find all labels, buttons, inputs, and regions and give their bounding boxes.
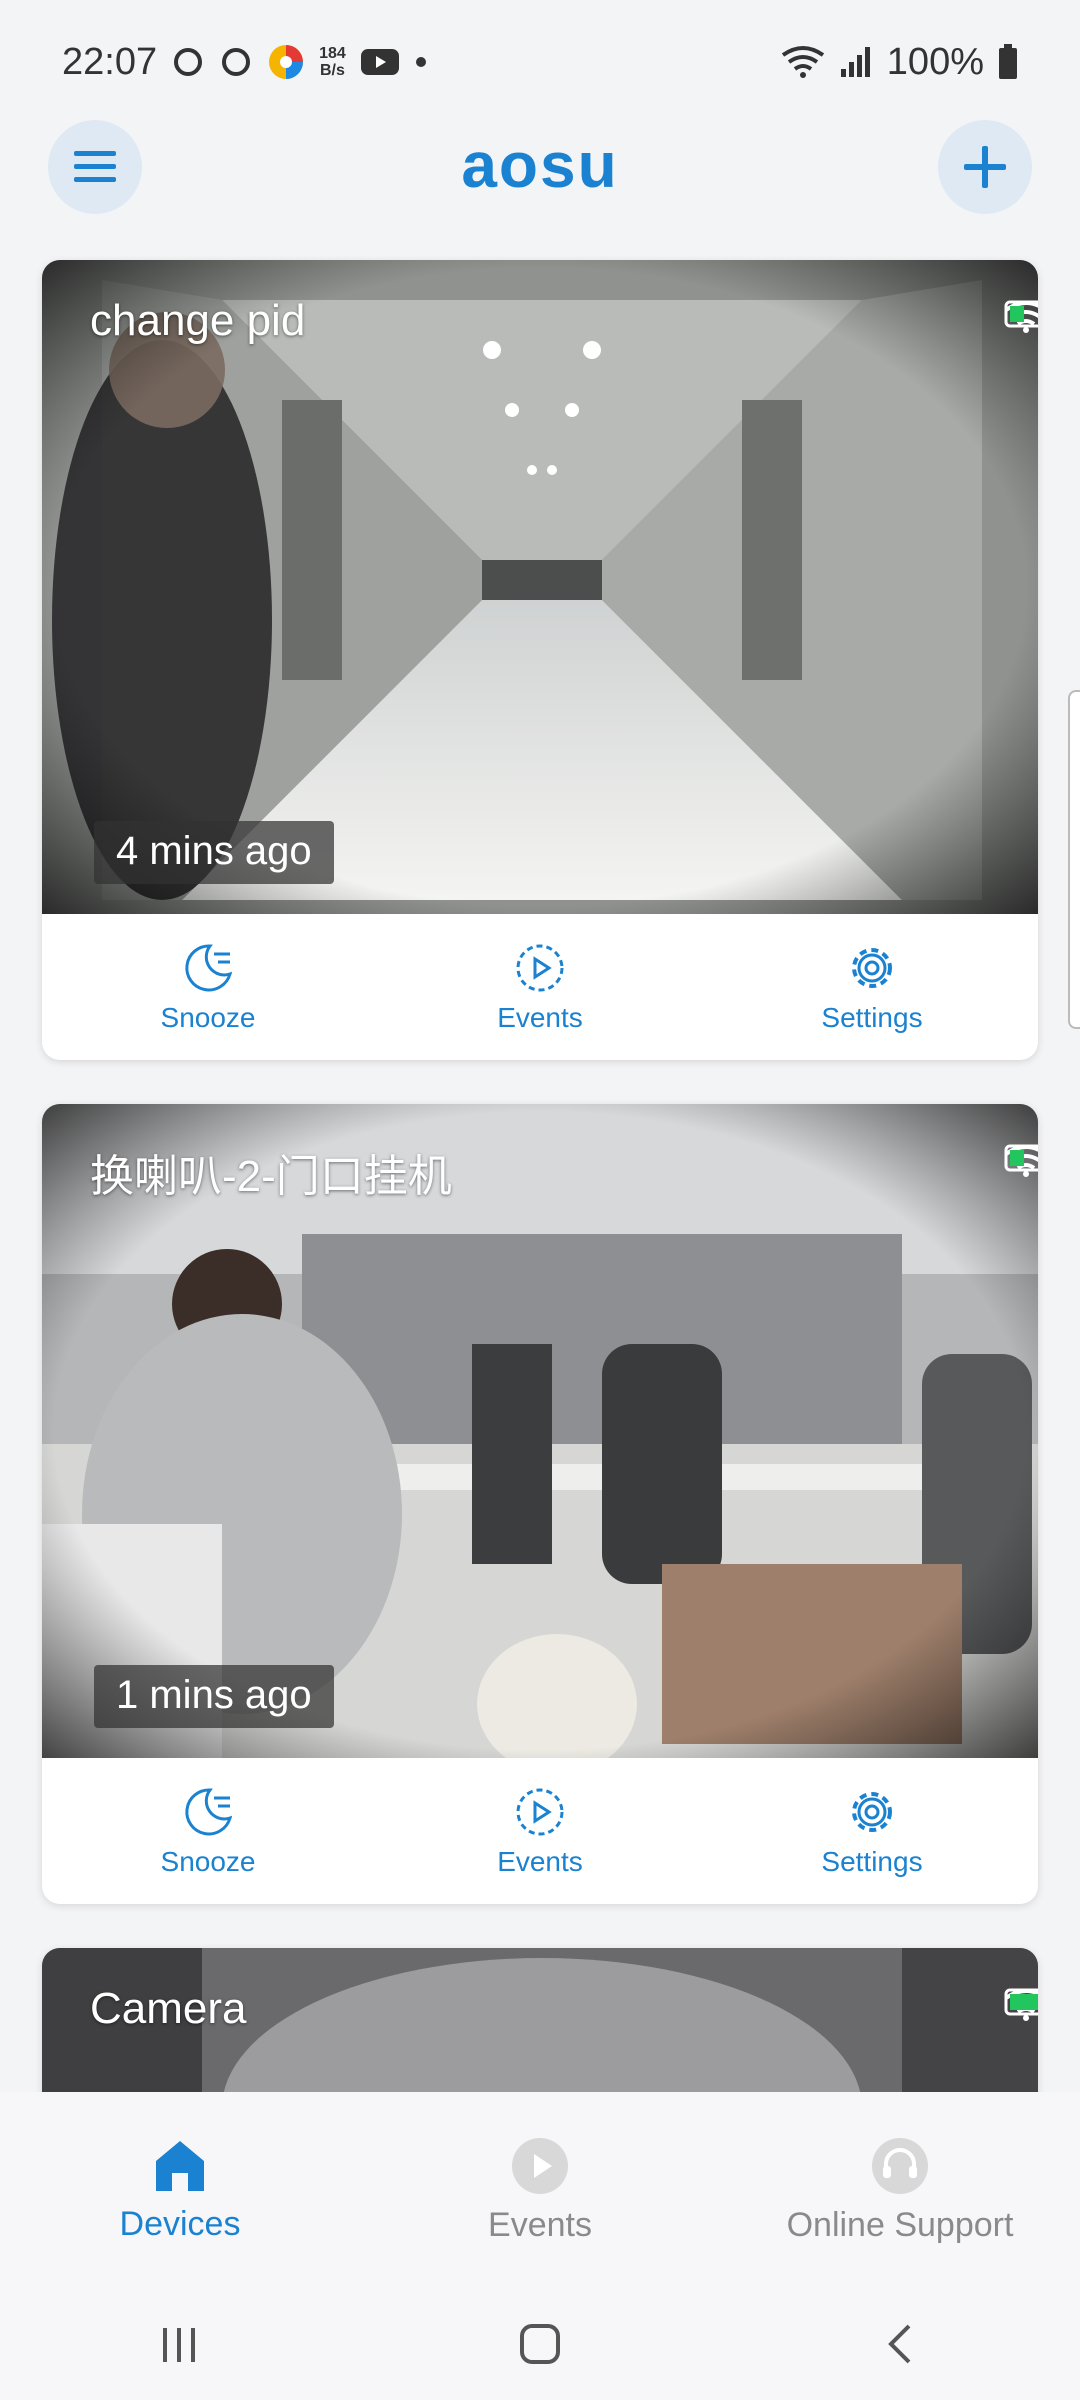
add-device-button[interactable] <box>938 120 1032 214</box>
camera-card: change pid 4 mins ago Snooze Events Sett… <box>42 260 1038 1060</box>
status-time: 22:07 <box>62 40 158 83</box>
settings-label: Settings <box>821 1002 923 1033</box>
battery-icon <box>1004 1144 1038 1172</box>
events-button[interactable]: Events <box>430 1784 650 1878</box>
wifi-icon <box>781 46 824 78</box>
circle-notification-icon <box>174 48 203 76</box>
events-label: Events <box>497 1002 583 1033</box>
play-history-icon <box>516 944 564 992</box>
status-left: 22:07 184 B/s <box>62 41 428 84</box>
settings-label: Settings <box>821 1846 923 1877</box>
snooze-button[interactable]: Snooze <box>98 940 318 1034</box>
nav-devices[interactable]: Devices <box>30 2137 330 2244</box>
dot-icon <box>415 57 426 67</box>
last-event-time: 1 mins ago <box>94 1665 334 1728</box>
camera-feed[interactable]: change pid 4 mins ago <box>42 260 1038 914</box>
camera-actions: Snooze Events Settings <box>42 914 1038 1060</box>
network-speed-value: 184 <box>319 45 346 62</box>
youtube-icon <box>360 49 399 75</box>
camera-card: 换喇叭-2-门口挂机 1 mins ago Snooze Events Sett… <box>42 1104 1038 1904</box>
camera-feed[interactable]: 换喇叭-2-门口挂机 1 mins ago <box>42 1104 1038 1758</box>
snooze-button[interactable]: Snooze <box>98 1784 318 1878</box>
play-circle-icon <box>512 2137 568 2194</box>
network-speed: 184 B/s <box>319 45 346 79</box>
network-speed-unit: B/s <box>319 62 345 79</box>
moon-icon <box>185 944 233 992</box>
nav-online-support[interactable]: Online Support <box>750 2136 1050 2245</box>
snooze-label: Snooze <box>160 1846 256 1877</box>
home-button-icon[interactable] <box>516 2320 564 2368</box>
home-icon <box>156 2140 204 2191</box>
gear-icon <box>852 948 892 988</box>
settings-button[interactable]: Settings <box>762 940 982 1034</box>
colorful-app-icon <box>269 45 304 79</box>
battery-percent: 100% <box>886 40 984 83</box>
battery-icon <box>1004 300 1038 328</box>
settings-button[interactable]: Settings <box>762 1784 982 1878</box>
app-bar: aosu <box>0 120 1080 256</box>
headset-icon <box>872 2137 928 2194</box>
app-logo: aosu <box>461 129 619 201</box>
camera-name: 换喇叭-2-门口挂机 <box>90 1152 452 1201</box>
camera-name: change pid <box>90 296 306 345</box>
battery-icon <box>1004 1988 1038 2016</box>
camera-actions: Snooze Events Settings <box>42 1758 1038 1904</box>
events-button[interactable]: Events <box>430 940 650 1034</box>
battery-icon <box>999 44 1017 79</box>
moon-icon <box>185 1788 233 1836</box>
plus-icon <box>964 146 1006 188</box>
signal-icon <box>840 47 870 77</box>
recent-apps-icon[interactable] <box>157 2322 201 2366</box>
system-nav-bar <box>0 2288 1080 2400</box>
snooze-label: Snooze <box>160 1002 256 1033</box>
scroll-indicator[interactable] <box>1068 690 1080 1029</box>
back-icon[interactable] <box>879 2322 923 2366</box>
nav-events-label: Events <box>488 2205 592 2244</box>
bottom-nav: Devices Events Online Support <box>0 2092 1080 2288</box>
play-history-icon <box>516 1788 564 1836</box>
status-right: 100% <box>781 41 1018 84</box>
nav-devices-label: Devices <box>119 2204 241 2243</box>
nav-events[interactable]: Events <box>390 2136 690 2245</box>
last-event-time: 4 mins ago <box>94 821 334 884</box>
events-label: Events <box>497 1846 583 1877</box>
camera-snapshot-image <box>42 260 1038 914</box>
gear-icon <box>852 1792 892 1832</box>
camera-name: Camera <box>90 1984 247 2033</box>
circle-notification-icon <box>222 48 251 76</box>
nav-online-support-label: Online Support <box>786 2205 1014 2244</box>
status-bar: 22:07 184 B/s 100% <box>0 0 1080 124</box>
